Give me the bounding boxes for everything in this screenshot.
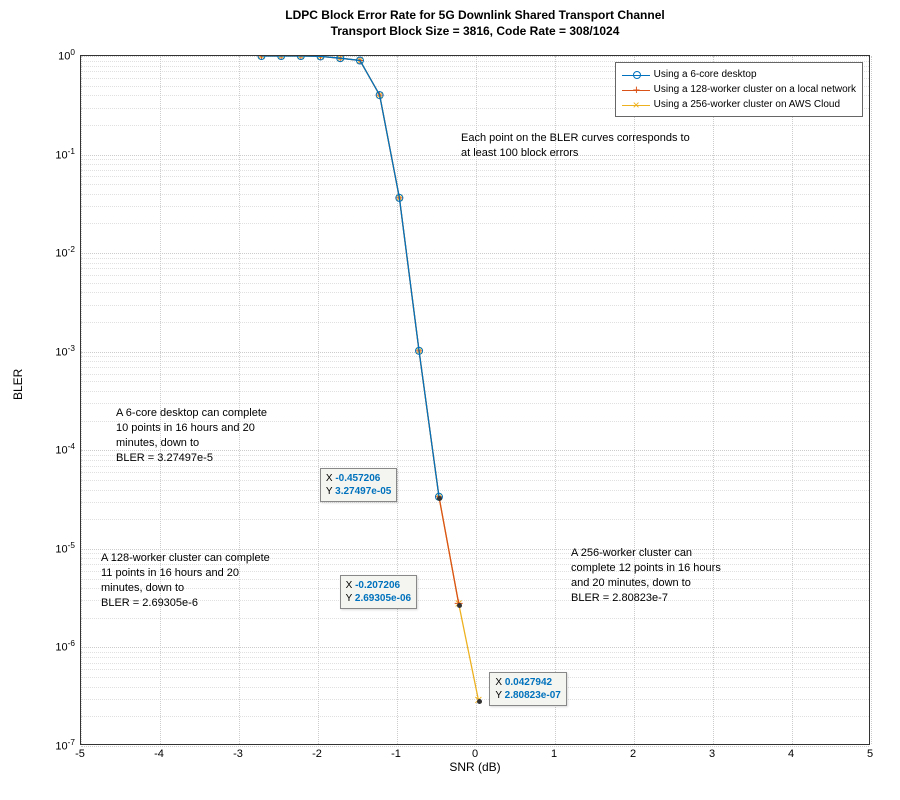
legend-swatch-aws: × <box>622 100 650 110</box>
y-minor-gridline <box>81 194 869 195</box>
y-minor-gridline <box>81 669 869 670</box>
series-line <box>261 56 439 497</box>
y-minor-gridline <box>81 176 869 177</box>
y-minor-gridline <box>81 356 869 357</box>
y-minor-gridline <box>81 206 869 207</box>
x-tick-label: -3 <box>223 748 253 760</box>
plot-axes[interactable]: Using a 6-core desktop + Using a 128-wor… <box>80 55 870 745</box>
y-minor-gridline <box>81 677 869 678</box>
x-axis-label: SNR (dB) <box>80 760 870 774</box>
y-minor-gridline <box>81 502 869 503</box>
x-gridline <box>792 56 793 744</box>
annotation-aws: A 256-worker cluster can complete 12 poi… <box>571 546 721 605</box>
figure-window: LDPC Block Error Rate for 5G Downlink Sh… <box>0 0 900 800</box>
x-tick-label: -4 <box>144 748 174 760</box>
y-minor-gridline <box>81 283 869 284</box>
y-axis-label: BLER <box>11 369 25 400</box>
legend-item-desktop[interactable]: Using a 6-core desktop <box>622 67 856 82</box>
y-minor-gridline <box>81 652 869 653</box>
y-minor-gridline <box>81 618 869 619</box>
y-minor-gridline <box>81 466 869 467</box>
datatip-point-icon <box>437 496 442 501</box>
x-gridline <box>81 56 82 744</box>
y-minor-gridline <box>81 170 869 171</box>
y-tick-label: 10-4 <box>25 442 75 457</box>
y-minor-gridline <box>81 381 869 382</box>
y-minor-gridline <box>81 263 869 264</box>
x-tick-label: 4 <box>776 748 806 760</box>
y-tick-label: 10-5 <box>25 541 75 556</box>
legend[interactable]: Using a 6-core desktop + Using a 128-wor… <box>615 62 863 117</box>
x-tick-label: -1 <box>381 748 411 760</box>
y-minor-gridline <box>81 472 869 473</box>
y-tick-label: 10-6 <box>25 639 75 654</box>
title-line-2: Transport Block Size = 3816, Code Rate =… <box>80 24 870 40</box>
y-gridline <box>81 253 869 254</box>
legend-label-desktop: Using a 6-core desktop <box>654 67 757 82</box>
x-tick-label: 0 <box>460 748 490 760</box>
y-minor-gridline <box>81 223 869 224</box>
y-gridline <box>81 352 869 353</box>
y-minor-gridline <box>81 519 869 520</box>
legend-swatch-local: + <box>622 85 650 95</box>
y-minor-gridline <box>81 292 869 293</box>
title-line-1: LDPC Block Error Rate for 5G Downlink Sh… <box>80 8 870 24</box>
y-minor-gridline <box>81 687 869 688</box>
y-minor-gridline <box>81 374 869 375</box>
y-minor-gridline <box>81 305 869 306</box>
y-tick-label: 10-3 <box>25 344 75 359</box>
legend-label-local: Using a 128-worker cluster on a local ne… <box>654 82 856 97</box>
y-minor-gridline <box>81 480 869 481</box>
legend-item-local[interactable]: + Using a 128-worker cluster on a local … <box>622 82 856 97</box>
chart-title: LDPC Block Error Rate for 5G Downlink Sh… <box>80 8 870 39</box>
y-minor-gridline <box>81 125 869 126</box>
x-tick-label: -2 <box>302 748 332 760</box>
y-gridline <box>81 647 869 648</box>
y-minor-gridline <box>81 367 869 368</box>
y-minor-gridline <box>81 361 869 362</box>
y-minor-gridline <box>81 663 869 664</box>
y-minor-gridline <box>81 391 869 392</box>
datatip-point-icon <box>477 699 482 704</box>
y-tick-label: 10-7 <box>25 738 75 753</box>
datatip-desktop[interactable]: X -0.457206 Y 3.27497e-05 <box>320 468 397 502</box>
x-gridline <box>239 56 240 744</box>
legend-swatch-desktop <box>622 70 650 80</box>
y-minor-gridline <box>81 322 869 323</box>
y-minor-gridline <box>81 268 869 269</box>
y-minor-gridline <box>81 490 869 491</box>
legend-label-aws: Using a 256-worker cluster on AWS Cloud <box>654 97 840 112</box>
annotation-local: A 128-worker cluster can complete 11 poi… <box>101 551 270 610</box>
x-tick-label: 3 <box>697 748 727 760</box>
y-minor-gridline <box>81 275 869 276</box>
legend-item-aws[interactable]: × Using a 256-worker cluster on AWS Clou… <box>622 97 856 112</box>
x-tick-label: 1 <box>539 748 569 760</box>
annotation-top-note: Each point on the BLER curves correspond… <box>461 131 690 161</box>
x-gridline <box>160 56 161 744</box>
y-minor-gridline <box>81 164 869 165</box>
y-gridline <box>81 746 869 747</box>
y-minor-gridline <box>81 699 869 700</box>
y-minor-gridline <box>81 716 869 717</box>
x-gridline <box>871 56 872 744</box>
x-gridline <box>318 56 319 744</box>
datatip-point-icon <box>457 603 462 608</box>
y-tick-label: 10-2 <box>25 245 75 260</box>
x-tick-label: 2 <box>618 748 648 760</box>
y-tick-label: 10-1 <box>25 147 75 162</box>
y-tick-label: 100 <box>25 48 75 63</box>
series-line <box>261 56 458 603</box>
annotation-desktop: A 6-core desktop can complete 10 points … <box>116 406 267 465</box>
x-gridline <box>397 56 398 744</box>
x-tick-label: 5 <box>855 748 885 760</box>
y-gridline <box>81 56 869 57</box>
y-gridline <box>81 549 869 550</box>
y-minor-gridline <box>81 258 869 259</box>
datatip-local[interactable]: X -0.207206 Y 2.69305e-06 <box>340 575 417 609</box>
y-minor-gridline <box>81 184 869 185</box>
datatip-aws[interactable]: X 0.0427942 Y 2.80823e-07 <box>489 672 566 706</box>
y-minor-gridline <box>81 657 869 658</box>
x-gridline <box>713 56 714 744</box>
y-minor-gridline <box>81 403 869 404</box>
